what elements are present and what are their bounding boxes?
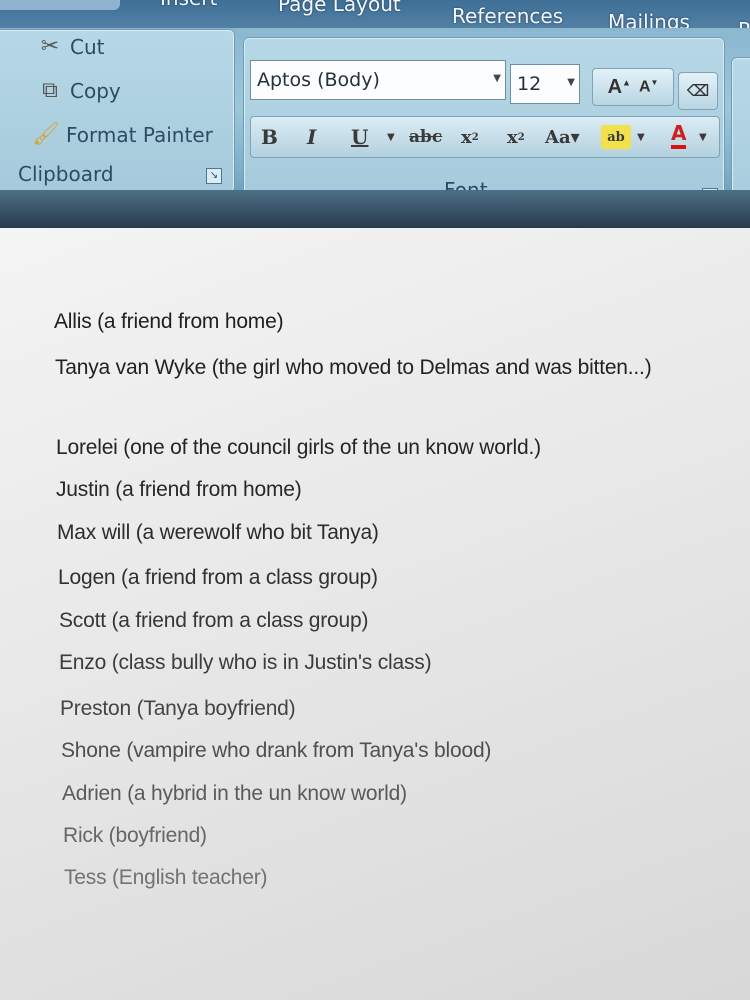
- eraser-icon: ⌫: [686, 83, 710, 100]
- cut-button[interactable]: ✂ Cut: [36, 34, 105, 59]
- font-size-select[interactable]: 12 ▼: [510, 64, 580, 104]
- document-line: Shone (vampire who drank from Tanya's bl…: [61, 739, 492, 762]
- change-case-icon[interactable]: Aa▾: [545, 121, 580, 153]
- chevron-down-icon[interactable]: ▼: [637, 121, 645, 153]
- cut-label: Cut: [70, 34, 105, 59]
- document-line: Allis (a friend from home): [54, 310, 284, 333]
- bold-icon[interactable]: B: [261, 121, 278, 153]
- tab-page-layout[interactable]: Page Layout: [278, 0, 401, 16]
- chevron-down-icon[interactable]: ▼: [567, 77, 575, 88]
- chevron-down-icon[interactable]: ▼: [387, 121, 395, 153]
- strikethrough-icon[interactable]: abc: [409, 121, 442, 153]
- format-painter-button[interactable]: 🖌 Format Painter: [32, 122, 213, 147]
- clipboard-group: ✂ Cut ⧉ Copy 🖌 Format Painter Clipboard …: [0, 30, 234, 192]
- document-line: Justin (a friend from home): [56, 478, 302, 501]
- document-line: Scott (a friend from a class group): [59, 609, 369, 632]
- italic-icon[interactable]: I: [307, 121, 316, 153]
- shrink-font-icon[interactable]: A▼: [639, 78, 658, 96]
- format-painter-label: Format Painter: [66, 122, 213, 147]
- clipboard-group-label: Clipboard: [18, 162, 114, 186]
- copy-icon: ⧉: [42, 78, 58, 103]
- copy-label: Copy: [70, 78, 121, 103]
- chevron-down-icon[interactable]: ▼: [493, 73, 501, 84]
- ribbon-bottom-edge: [0, 190, 750, 230]
- font-color-icon[interactable]: A: [671, 121, 687, 149]
- document-line: Logen (a friend from a class group): [58, 566, 378, 589]
- tab-home[interactable]: [0, 0, 120, 10]
- document-line: Adrien (a hybrid in the un know world): [62, 782, 407, 805]
- grow-font-icon[interactable]: A▲: [608, 76, 631, 99]
- formatting-toolbar: B I U ▼ abc x2 x2 Aa▾ ab ▼ A ▼: [250, 116, 720, 158]
- font-name-value: Aptos (Body): [257, 69, 380, 91]
- tab-insert[interactable]: Insert: [160, 0, 217, 10]
- font-group: Aptos (Body) ▼ 12 ▼ A▲ A▼ ⌫ B I U ▼ abc …: [244, 38, 724, 204]
- font-size-value: 12: [517, 73, 542, 95]
- document-page[interactable]: Allis (a friend from home) Tanya van Wyk…: [0, 228, 750, 1000]
- document-line: Preston (Tanya boyfriend): [60, 697, 296, 720]
- clipboard-dialog-launcher-icon[interactable]: ↘: [206, 168, 222, 184]
- document-line: Tess (English teacher): [64, 866, 268, 889]
- scissors-icon: ✂: [40, 34, 60, 59]
- document-line: Rick (boyfriend): [63, 824, 207, 847]
- paintbrush-icon: 🖌: [32, 122, 60, 147]
- highlighter-icon[interactable]: ab: [601, 125, 631, 149]
- font-name-select[interactable]: Aptos (Body) ▼: [250, 60, 506, 100]
- document-line: Lorelei (one of the council girls of the…: [56, 436, 541, 459]
- grow-shrink-font-buttons[interactable]: A▲ A▼: [592, 68, 674, 106]
- chevron-down-icon[interactable]: ▼: [699, 121, 707, 153]
- document-line: Enzo (class bully who is in Justin's cla…: [59, 651, 432, 674]
- document-line: Max will (a werewolf who bit Tanya): [57, 521, 379, 544]
- subscript-icon[interactable]: x2: [461, 121, 479, 153]
- underline-icon[interactable]: U: [351, 121, 368, 153]
- superscript-icon[interactable]: x2: [507, 121, 525, 153]
- document-line: Tanya van Wyke (the girl who moved to De…: [55, 356, 652, 379]
- clear-formatting-button[interactable]: ⌫: [678, 72, 718, 110]
- copy-button[interactable]: ⧉ Copy: [36, 78, 121, 103]
- tab-references[interactable]: References: [452, 4, 563, 28]
